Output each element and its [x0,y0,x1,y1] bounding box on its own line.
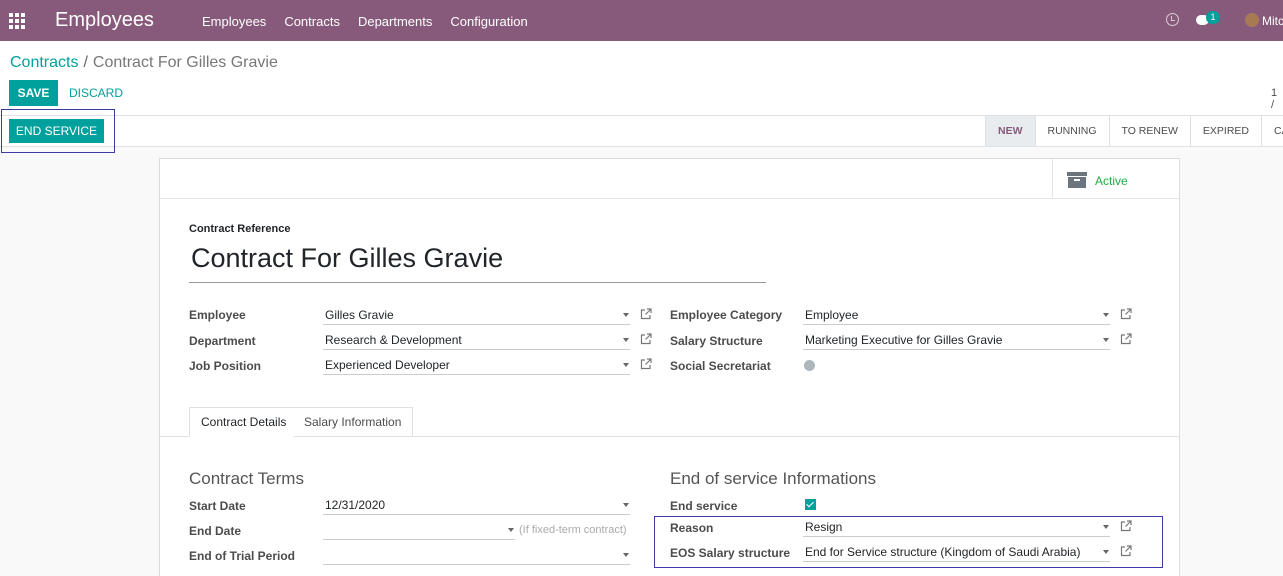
chat-count-badge: 1 [1206,11,1220,24]
job-position-label: Job Position [189,359,261,373]
control-panel: Contracts / Contract For Gilles Gravie SAV… [0,41,1283,116]
chevron-down-icon [1103,313,1109,317]
breadcrumb: Contracts / Contract For Gilles Gravie [10,54,278,72]
employee-label: Employee [189,308,246,322]
contract-reference-input[interactable]: Contract For Gilles Gravie [189,243,766,283]
chevron-down-icon [623,503,629,507]
chevron-down-icon [623,338,629,342]
salary-structure-value: Marketing Executive for Gilles Gravie [805,333,1003,347]
menu-item-contracts[interactable]: Contracts [284,14,340,29]
end-date-input[interactable] [323,520,515,540]
breadcrumb-separator: / [83,54,88,71]
employee-category-label: Employee Category [670,308,783,322]
job-position-value: Experienced Developer [325,358,450,372]
social-secretariat-label: Social Secretariat [670,359,771,373]
menu-item-employees[interactable]: Employees [202,14,266,29]
stage-expired[interactable]: EXPIRED [1189,116,1261,146]
tab-salary-information[interactable]: Salary Information [293,407,414,437]
department-select[interactable]: Research & Development [323,330,630,350]
stage-cancelled[interactable]: CA [1261,116,1283,146]
archive-icon [1067,172,1087,188]
active-toggle-button[interactable]: Active [1052,159,1179,199]
active-label: Active [1095,174,1128,188]
end-service-button[interactable]: END SERVICE [9,119,104,143]
top-navbar: Employees Employees Contracts Department… [0,0,1283,41]
button-box: Active [160,159,1179,199]
employee-value: Gilles Gravie [325,308,394,322]
department-label: Department [189,334,256,348]
external-link-icon[interactable] [640,308,652,320]
menu-item-departments[interactable]: Departments [358,14,432,29]
social-secretariat-toggle[interactable] [804,360,815,371]
apps-grid-icon[interactable] [9,13,25,29]
end-service-label: End service [670,499,738,513]
external-link-icon[interactable] [640,333,652,345]
eos-salary-structure-select[interactable]: End for Service structure (Kingdom of Sa… [803,542,1110,562]
end-date-hint: (If fixed-term contract) [519,524,627,536]
reason-label: Reason [670,521,714,535]
external-link-icon[interactable] [1120,308,1132,320]
employee-select[interactable]: Gilles Gravie [323,305,630,325]
end-date-label: End Date [189,524,242,538]
start-date-input[interactable]: 12/31/2020 [323,495,630,515]
menu-item-configuration[interactable]: Configuration [450,14,527,29]
salary-structure-select[interactable]: Marketing Executive for Gilles Gravie [803,330,1110,350]
job-position-select[interactable]: Experienced Developer [323,355,630,375]
save-button[interactable]: SAVE [9,80,58,106]
stage-new[interactable]: NEW [985,116,1035,146]
stage-to-renew[interactable]: TO RENEW [1108,116,1190,146]
breadcrumb-current: Contract For Gilles Gravie [92,54,278,71]
salary-structure-label: Salary Structure [670,334,763,348]
user-avatar[interactable] [1245,13,1259,27]
eos-salary-structure-label: EOS Salary structure [670,546,791,560]
end-service-checkbox[interactable] [805,499,816,510]
external-link-icon[interactable] [1120,333,1132,345]
chevron-down-icon [623,363,629,367]
stage-running[interactable]: RUNNING [1034,116,1109,146]
contract-reference-label: Contract Reference [189,223,291,235]
reason-select[interactable]: Resign [803,517,1110,537]
app-title[interactable]: Employees [55,9,154,32]
external-link-icon[interactable] [1120,520,1132,532]
trial-period-label: End of Trial Period [189,549,296,563]
chevron-down-icon [623,313,629,317]
status-bar: END SERVICE NEW RUNNING TO RENEW EXPIRED… [0,116,1283,147]
chevron-down-icon [1103,550,1109,554]
external-link-icon[interactable] [640,358,652,370]
reason-value: Resign [805,520,843,534]
chevron-down-icon [1103,338,1109,342]
breadcrumb-contracts-link[interactable]: Contracts [10,54,78,71]
chevron-down-icon [623,553,629,557]
pager-value[interactable]: 1 / [1271,87,1283,111]
main-menu: Employees Contracts Departments Configur… [202,14,546,29]
activity-clock-icon[interactable] [1166,13,1179,26]
eos-salary-structure-value: End for Service structure (Kingdom of Sa… [805,545,1081,559]
external-link-icon[interactable] [1120,545,1132,557]
chevron-down-icon [1103,525,1109,529]
discard-button[interactable]: DISCARD [69,86,123,100]
start-date-label: Start Date [189,499,246,513]
contract-terms-title: Contract Terms [189,469,304,488]
employee-category-select[interactable]: Employee [803,305,1110,325]
chevron-down-icon [508,528,514,532]
notebook-tabs: Contract Details Salary Information [160,407,1179,437]
tab-contract-details[interactable]: Contract Details [189,407,299,437]
department-value: Research & Development [325,333,462,347]
user-name[interactable]: Mitc [1262,14,1283,28]
trial-period-input[interactable] [323,545,630,565]
eos-section-title: End of service Informations [670,469,876,488]
start-date-value: 12/31/2020 [325,498,386,512]
employee-category-value: Employee [805,308,859,322]
form-sheet: Active Contract Reference Contract For G… [159,158,1180,576]
stage-pipeline: NEW RUNNING TO RENEW EXPIRED CA [985,116,1283,146]
